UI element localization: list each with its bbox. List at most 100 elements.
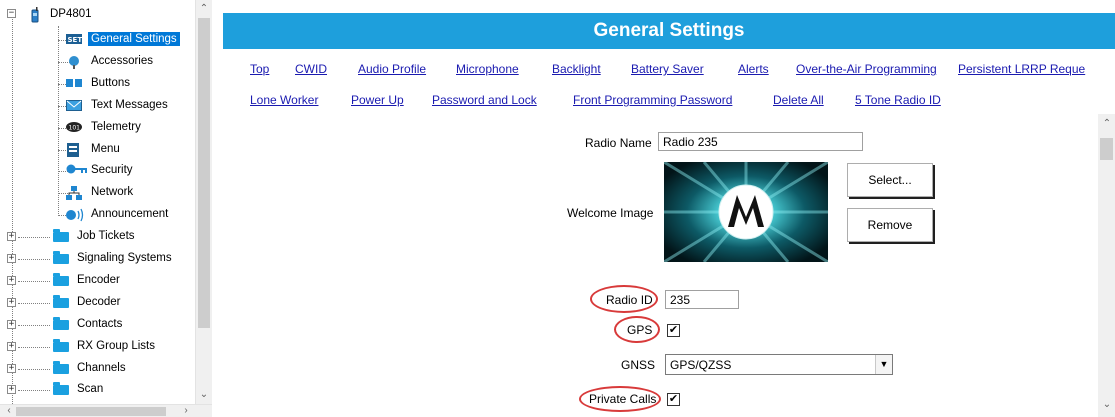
radio-id-input[interactable]: 235 <box>665 290 739 309</box>
tree-item-label: Security <box>91 164 133 176</box>
tree-viewport: − DP4801 SET General Settings Accessories B… <box>0 0 212 404</box>
link-power-up[interactable]: Power Up <box>351 93 404 107</box>
private-calls-label: Private Calls <box>589 392 657 406</box>
link-top[interactable]: Top <box>250 62 269 76</box>
key-icon <box>66 164 87 178</box>
scroll-up-icon[interactable]: ⌃ <box>197 3 211 15</box>
radio-device-icon <box>30 7 40 23</box>
page-title: General Settings <box>223 13 1115 49</box>
tree-item-label: Job Tickets <box>77 230 135 242</box>
speaker-icon <box>66 208 84 222</box>
tree-item-label: Contacts <box>77 318 123 330</box>
link-5-tone-radio-id[interactable]: 5 Tone Radio ID <box>855 93 941 107</box>
app-window: − DP4801 SET General Settings Accessories B… <box>0 0 1115 417</box>
collapse-expander-icon[interactable]: − <box>7 9 16 18</box>
expand-expander-icon[interactable]: + <box>7 342 16 351</box>
buttons-icon <box>66 77 82 91</box>
settings-icon: SET <box>66 33 82 47</box>
link-front-programming-password[interactable]: Front Programming Password <box>573 93 732 107</box>
tree-item-label: Text Messages <box>91 99 168 111</box>
link-backlight[interactable]: Backlight <box>552 62 601 76</box>
scroll-right-icon[interactable]: › <box>179 405 193 417</box>
folder-icon <box>53 382 69 395</box>
tree-connector <box>18 369 50 370</box>
tree-connector <box>18 390 50 391</box>
folder-icon <box>53 229 69 242</box>
expand-expander-icon[interactable]: + <box>7 276 16 285</box>
radio-name-input[interactable]: Radio 235 <box>658 132 863 151</box>
tree-connector <box>18 325 50 326</box>
tree-vertical-scrollbar[interactable]: ⌃ ⌄ <box>195 0 212 404</box>
link-battery-saver[interactable]: Battery Saver <box>631 62 704 76</box>
link-delete-all[interactable]: Delete All <box>773 93 824 107</box>
folder-icon <box>53 361 69 374</box>
gnss-dropdown[interactable]: GPS/QZSS ▼ <box>665 354 893 375</box>
link-microphone[interactable]: Microphone <box>456 62 519 76</box>
link-alerts[interactable]: Alerts <box>738 62 769 76</box>
expand-expander-icon[interactable]: + <box>7 320 16 329</box>
folder-icon <box>53 339 69 352</box>
expand-expander-icon[interactable]: + <box>7 254 16 263</box>
gnss-selected-value: GPS/QZSS <box>670 358 732 372</box>
tree-connector <box>18 281 50 282</box>
link-lone-worker[interactable]: Lone Worker <box>250 93 318 107</box>
tree-item-label: General Settings <box>88 32 180 46</box>
link-password-and-lock[interactable]: Password and Lock <box>432 93 537 107</box>
radio-name-label: Radio Name <box>585 136 652 150</box>
gps-label: GPS <box>627 323 653 337</box>
tree-item-label: Buttons <box>91 77 130 89</box>
tree-item-label: Signaling Systems <box>77 252 172 264</box>
scroll-up-icon[interactable]: ⌃ <box>1100 118 1114 130</box>
link-over-the-air-programming[interactable]: Over-the-Air Programming <box>796 62 937 76</box>
envelope-icon <box>66 99 82 113</box>
content-vertical-scrollbar[interactable]: ⌃ ⌄ <box>1098 114 1115 417</box>
navigation-tree: − DP4801 SET General Settings Accessories B… <box>0 0 212 417</box>
scroll-left-icon[interactable]: ‹ <box>2 405 16 417</box>
expand-expander-icon[interactable]: + <box>7 232 16 241</box>
tree-horizontal-scrollbar[interactable]: ‹ › <box>0 404 212 417</box>
tree-connector <box>18 259 50 260</box>
select-image-button[interactable]: Select... <box>847 163 933 197</box>
folder-icon <box>53 317 69 330</box>
tree-scroll-thumb[interactable] <box>198 18 210 328</box>
tree-item-label: Channels <box>77 362 126 374</box>
scroll-down-icon[interactable]: ⌄ <box>197 389 211 401</box>
svg-text:101: 101 <box>69 125 81 132</box>
gnss-label: GNSS <box>621 358 656 372</box>
tree-hscroll-thumb[interactable] <box>16 407 166 416</box>
private-calls-checkbox[interactable]: ✔ <box>667 393 680 406</box>
folder-icon <box>53 251 69 264</box>
folder-icon <box>53 295 69 308</box>
tree-item-label: Encoder <box>77 274 120 286</box>
radio-id-label: Radio ID <box>606 293 653 307</box>
accessories-icon <box>66 55 82 69</box>
tree-item-label: Network <box>91 186 134 198</box>
tree-item-label: RX Group Lists <box>77 340 155 352</box>
svg-text:SET: SET <box>68 36 83 44</box>
tree-item-label: Accessories <box>91 55 153 67</box>
tree-connector <box>58 26 59 216</box>
welcome-image-preview <box>664 162 828 262</box>
network-icon <box>66 186 82 200</box>
content-scroll-thumb[interactable] <box>1100 138 1113 160</box>
scroll-down-icon[interactable]: ⌄ <box>1100 399 1114 411</box>
tree-item-label: Menu <box>91 143 120 155</box>
tree-item-label: Announcement <box>91 208 169 220</box>
tree-root-label: DP4801 <box>50 8 92 20</box>
telemetry-icon: 101 <box>66 121 82 135</box>
chevron-down-icon[interactable]: ▼ <box>875 355 892 374</box>
expand-expander-icon[interactable]: + <box>7 364 16 373</box>
link-cwid[interactable]: CWID <box>295 62 327 76</box>
tree-item-label: Telemetry <box>91 121 141 133</box>
motorola-logo-icon <box>664 162 828 262</box>
expand-expander-icon[interactable]: + <box>7 298 16 307</box>
tree-connector <box>18 303 50 304</box>
tree-item-label: Scan <box>77 383 104 395</box>
link-persistent-lrrp-reque[interactable]: Persistent LRRP Reque <box>958 62 1085 76</box>
tree-connector <box>18 347 50 348</box>
gps-checkbox[interactable]: ✔ <box>667 324 680 337</box>
remove-image-button[interactable]: Remove <box>847 208 933 242</box>
folder-icon <box>53 273 69 286</box>
expand-expander-icon[interactable]: + <box>7 385 16 394</box>
link-audio-profile[interactable]: Audio Profile <box>358 62 426 76</box>
